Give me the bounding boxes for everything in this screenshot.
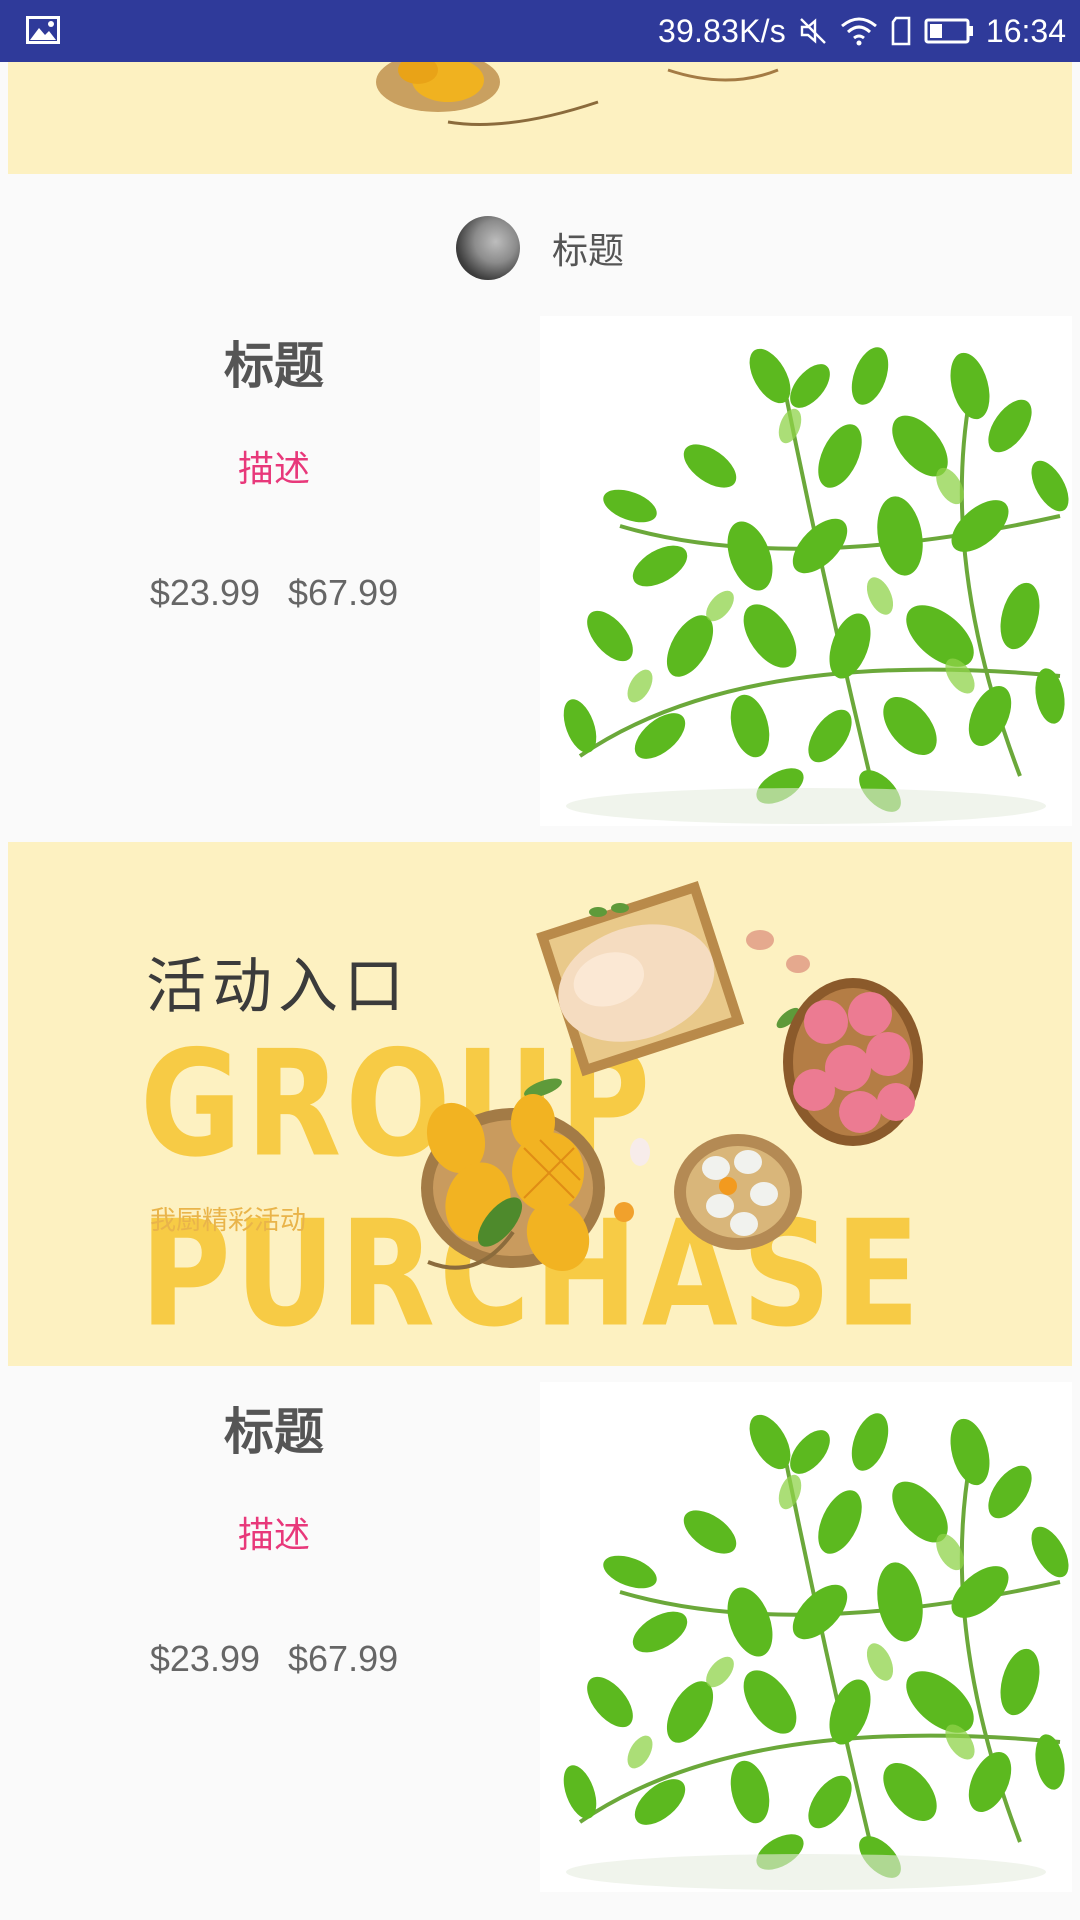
product-original-price: $67.99 bbox=[288, 1638, 399, 1679]
net-speed: 39.83K/s bbox=[658, 12, 786, 49]
product-info: 标题 描述 $23.99 $67.99 bbox=[0, 316, 548, 826]
gallery-icon bbox=[26, 16, 60, 44]
section-header: 标题 bbox=[0, 208, 1080, 288]
green-herb-image bbox=[540, 1382, 1072, 1892]
activity-banner-partial[interactable] bbox=[8, 62, 1072, 174]
product-info: 标题 描述 $23.99 $67.99 bbox=[0, 1382, 548, 1892]
battery-icon bbox=[924, 18, 973, 44]
banner-food-art bbox=[421, 881, 923, 1272]
clock: 16:34 bbox=[985, 12, 1066, 49]
product-description: 描述 bbox=[237, 449, 310, 490]
product-description: 描述 bbox=[237, 1515, 310, 1556]
product-price: $23.99 bbox=[149, 572, 260, 613]
product-card[interactable]: 标题 描述 $23.99 $67.99 bbox=[0, 316, 1080, 826]
banner-fruit-art bbox=[376, 62, 779, 126]
sim-icon bbox=[891, 16, 911, 46]
wifi-icon bbox=[840, 17, 877, 46]
section-title: 标题 bbox=[551, 231, 624, 272]
product-original-price: $67.99 bbox=[288, 572, 399, 613]
price-row: $23.99 $67.99 bbox=[0, 1638, 548, 1680]
product-price: $23.99 bbox=[149, 1638, 260, 1679]
status-bar: 39.83K/s 16:34 bbox=[0, 0, 1080, 62]
mute-icon bbox=[800, 18, 826, 44]
activity-banner[interactable]: GROUP PURCHASE 活动入口 我厨精彩活动 bbox=[8, 842, 1072, 1366]
green-herb-image bbox=[540, 316, 1072, 826]
product-title: 标题 bbox=[224, 337, 324, 395]
product-card[interactable]: 标题 描述 $23.99 $67.99 bbox=[0, 1382, 1080, 1892]
product-title: 标题 bbox=[224, 1403, 324, 1461]
price-row: $23.99 $67.99 bbox=[0, 572, 548, 614]
moon-icon bbox=[455, 216, 520, 280]
